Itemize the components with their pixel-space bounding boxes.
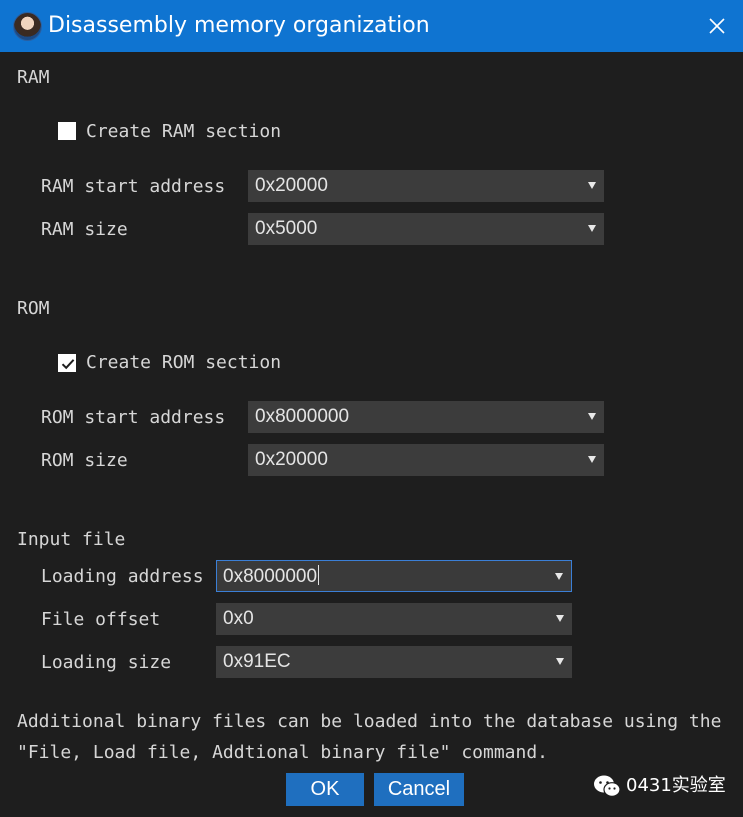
info-note-line-1: Additional binary files can be loaded in… (17, 711, 722, 732)
rom-start-address-combo[interactable]: 0x8000000 (248, 401, 604, 433)
ram-start-address-combo[interactable]: 0x20000 (248, 170, 604, 202)
dropdown-arrow-icon[interactable] (588, 413, 596, 420)
ram-start-address-label: RAM start address (41, 176, 226, 197)
ok-button[interactable]: OK (286, 773, 364, 806)
dropdown-arrow-icon[interactable] (556, 615, 564, 622)
ram-size-value: 0x5000 (255, 218, 318, 239)
checkmark-icon (61, 359, 75, 370)
dropdown-arrow-icon[interactable] (556, 658, 564, 665)
watermark-text: 0431实验室 (626, 775, 726, 796)
create-rom-label[interactable]: Create ROM section (86, 352, 281, 374)
loading-size-value: 0x91EC (223, 651, 291, 672)
rom-start-address-value: 0x8000000 (255, 406, 350, 427)
loading-address-value[interactable]: 0x8000000 (223, 565, 320, 588)
loading-address-text: 0x8000000 (223, 566, 318, 587)
loading-address-label: Loading address (41, 566, 204, 587)
cancel-button[interactable]: Cancel (374, 773, 464, 806)
ram-start-address-value: 0x20000 (255, 175, 328, 196)
file-offset-value: 0x0 (223, 608, 254, 629)
create-ram-label[interactable]: Create RAM section (86, 121, 281, 143)
info-note: Additional binary files can be loaded in… (17, 706, 721, 768)
rom-size-value: 0x20000 (255, 449, 328, 470)
file-offset-combo[interactable]: 0x0 (216, 603, 572, 635)
text-cursor (318, 565, 320, 585)
info-note-line-2: "File, Load file, Addtional binary file"… (17, 742, 549, 763)
loading-size-label: Loading size (41, 652, 172, 673)
input-file-section-label: Input file (17, 529, 126, 550)
close-icon[interactable] (705, 14, 729, 38)
create-rom-checkbox[interactable] (58, 354, 76, 372)
dropdown-arrow-icon[interactable] (555, 573, 563, 580)
title-bar: Disassembly memory organization (0, 0, 743, 52)
rom-size-label: ROM size (41, 450, 128, 471)
loading-size-combo[interactable]: 0x91EC (216, 646, 572, 678)
app-portrait-icon (13, 12, 42, 41)
rom-start-address-label: ROM start address (41, 407, 226, 428)
rom-section-label: ROM (17, 298, 50, 319)
dropdown-arrow-icon[interactable] (588, 182, 596, 189)
dropdown-arrow-icon[interactable] (588, 225, 596, 232)
ram-size-combo[interactable]: 0x5000 (248, 213, 604, 245)
dialog-window: Disassembly memory organization RAM Crea… (0, 0, 743, 817)
rom-size-combo[interactable]: 0x20000 (248, 444, 604, 476)
file-offset-label: File offset (41, 609, 161, 630)
wechat-icon (594, 775, 621, 797)
dropdown-arrow-icon[interactable] (588, 456, 596, 463)
loading-address-combo[interactable]: 0x8000000 (216, 560, 572, 592)
ram-section-label: RAM (17, 67, 50, 88)
create-ram-checkbox[interactable] (58, 122, 76, 140)
window-title: Disassembly memory organization (48, 13, 430, 38)
ram-size-label: RAM size (41, 219, 128, 240)
